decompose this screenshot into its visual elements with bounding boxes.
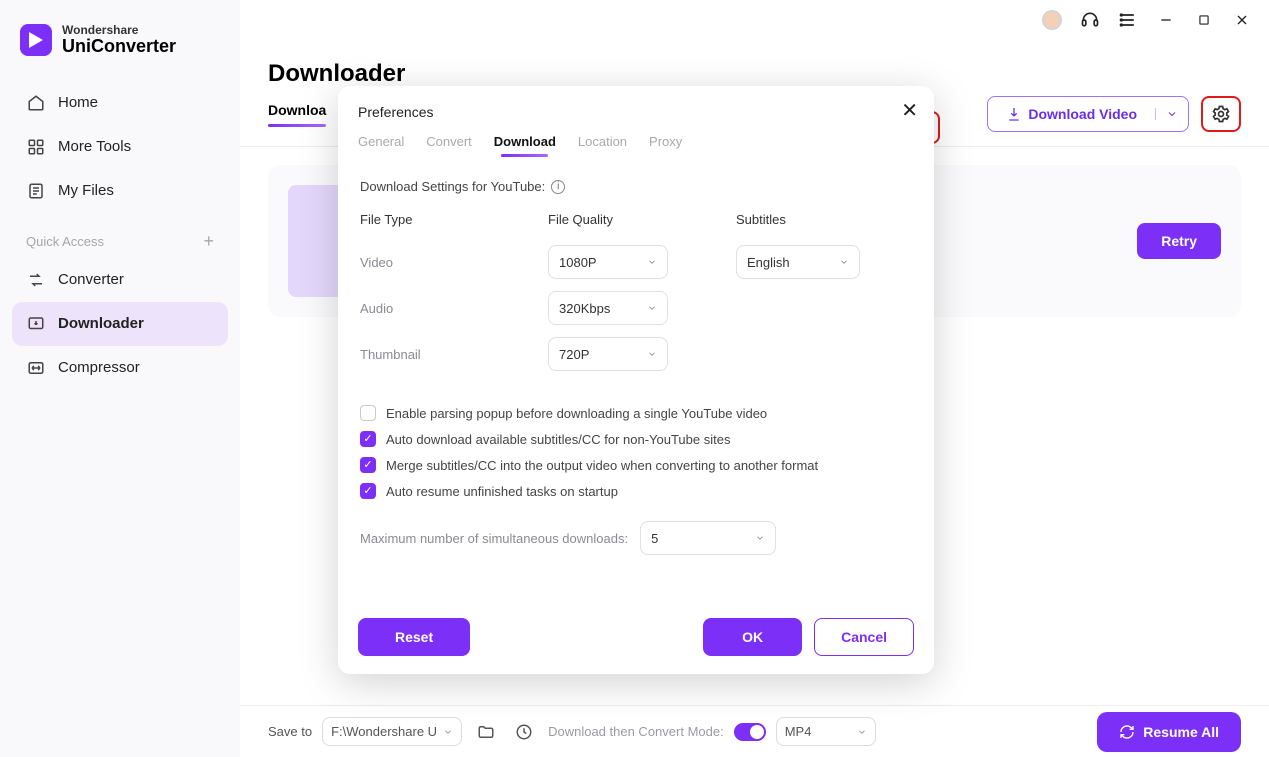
pref-tab-convert[interactable]: Convert [426, 134, 472, 155]
check-label: Auto download available subtitles/CC for… [386, 432, 730, 447]
maximize-button[interactable] [1191, 7, 1217, 33]
qa-label: Converter [58, 271, 124, 288]
convert-mode-toggle[interactable] [734, 723, 766, 741]
compressor-icon [26, 358, 46, 378]
chevron-down-icon [755, 533, 765, 543]
save-path-select[interactable]: F:\Wondershare U [322, 717, 462, 746]
clock-icon [515, 723, 533, 741]
check-auto-subtitles[interactable] [360, 431, 376, 447]
convert-mode-label: Download then Convert Mode: [548, 724, 724, 739]
folder-icon [477, 723, 495, 741]
reset-button[interactable]: Reset [358, 618, 470, 656]
check-merge-subtitles[interactable] [360, 457, 376, 473]
titlebar [240, 0, 1269, 40]
col-quality: File Quality [548, 212, 736, 227]
row-video-label: Video [360, 255, 548, 270]
chevron-down-icon [647, 349, 657, 359]
chevron-down-icon [647, 257, 657, 267]
downloader-icon [26, 314, 46, 334]
brand-name-2: UniConverter [62, 37, 176, 57]
row-audio-label: Audio [360, 301, 548, 316]
close-button[interactable] [1229, 7, 1255, 33]
format-value: MP4 [785, 724, 812, 739]
refresh-icon [1119, 724, 1135, 740]
quick-access-add[interactable]: + [203, 231, 214, 252]
quick-access-label: Quick Access [26, 234, 104, 249]
nav-more-tools[interactable]: More Tools [12, 125, 228, 169]
qa-label: Compressor [58, 359, 140, 376]
home-icon [26, 93, 46, 113]
col-filetype: File Type [360, 212, 548, 227]
pref-tab-download[interactable]: Download [494, 134, 556, 155]
qa-compressor[interactable]: Compressor [12, 346, 228, 390]
chevron-down-icon [443, 727, 453, 737]
pref-tab-location[interactable]: Location [578, 134, 627, 155]
resume-all-button[interactable]: Resume All [1097, 712, 1241, 752]
resume-all-label: Resume All [1143, 724, 1219, 740]
download-video-label: Download Video [1028, 106, 1137, 122]
download-video-button[interactable]: Download Video [987, 96, 1189, 132]
open-folder-button[interactable] [472, 718, 500, 746]
video-quality-select[interactable]: 1080P [548, 245, 668, 279]
row-thumb-label: Thumbnail [360, 347, 548, 362]
section-title: Download Settings for YouTube: [360, 179, 545, 194]
sim-downloads-select[interactable]: 5 [640, 521, 776, 555]
pref-tab-general[interactable]: General [358, 134, 404, 155]
qa-converter[interactable]: Converter [12, 258, 228, 302]
pref-tab-proxy[interactable]: Proxy [649, 134, 682, 155]
footer-bar: Save to F:\Wondershare U Download then C… [240, 705, 1269, 757]
download-video-caret[interactable] [1155, 108, 1188, 120]
nav-label: My Files [58, 182, 114, 199]
info-icon[interactable]: i [551, 180, 565, 194]
col-subtitles: Subtitles [736, 212, 866, 227]
retry-button[interactable]: Retry [1137, 223, 1221, 259]
preferences-modal: ✕ Preferences General Convert Download L… [338, 86, 934, 674]
modal-title: Preferences [358, 104, 914, 120]
tools-icon [26, 137, 46, 157]
chevron-down-icon [839, 257, 849, 267]
ok-button[interactable]: OK [703, 618, 802, 656]
tab-downloading[interactable]: Downloa [268, 102, 326, 126]
qa-downloader[interactable]: Downloader [12, 302, 228, 346]
app-logo: Wondershare UniConverter [12, 24, 228, 81]
format-select[interactable]: MP4 [776, 717, 876, 746]
save-to-label: Save to [268, 724, 312, 739]
subtitle-select[interactable]: English [736, 245, 860, 279]
thumbnail-quality-select[interactable]: 720P [548, 337, 668, 371]
check-auto-resume[interactable] [360, 483, 376, 499]
sim-downloads-label: Maximum number of simultaneous downloads… [360, 531, 628, 546]
cancel-button[interactable]: Cancel [814, 618, 914, 656]
check-label: Auto resume unfinished tasks on startup [386, 484, 618, 499]
nav-label: More Tools [58, 138, 131, 155]
chevron-down-icon [857, 727, 867, 737]
menu-icon[interactable] [1115, 7, 1141, 33]
logo-icon [20, 24, 52, 56]
minimize-button[interactable] [1153, 7, 1179, 33]
files-icon [26, 181, 46, 201]
download-icon [1006, 106, 1022, 122]
audio-quality-select[interactable]: 320Kbps [548, 291, 668, 325]
nav-label: Home [58, 94, 98, 111]
qa-label: Downloader [58, 315, 144, 332]
support-icon[interactable] [1077, 7, 1103, 33]
avatar[interactable] [1039, 7, 1065, 33]
sidebar: Wondershare UniConverter Home More Tools… [0, 0, 240, 757]
gear-icon [1211, 104, 1231, 124]
save-path-value: F:\Wondershare U [331, 724, 437, 739]
converter-icon [26, 270, 46, 290]
history-button[interactable] [510, 718, 538, 746]
chevron-down-icon [647, 303, 657, 313]
check-label: Merge subtitles/CC into the output video… [386, 458, 818, 473]
settings-button[interactable] [1201, 96, 1241, 132]
check-parsing-popup[interactable] [360, 405, 376, 421]
modal-close-button[interactable]: ✕ [901, 98, 918, 123]
page-title: Downloader [268, 60, 1241, 88]
nav-my-files[interactable]: My Files [12, 169, 228, 213]
check-label: Enable parsing popup before downloading … [386, 406, 767, 421]
nav-home[interactable]: Home [12, 81, 228, 125]
